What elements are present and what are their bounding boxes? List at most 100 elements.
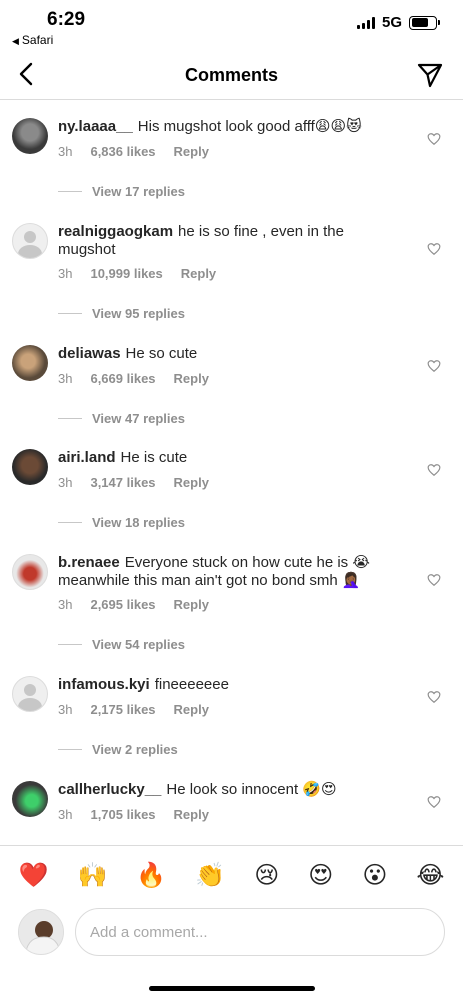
avatar[interactable]	[12, 554, 48, 591]
avatar[interactable]	[12, 780, 48, 817]
comment-meta: 3h 1,705 likes Reply	[58, 807, 209, 822]
comment-likes[interactable]: 1,705 likes	[90, 807, 155, 822]
avatar[interactable]	[12, 222, 48, 259]
emoji-fire-button[interactable]: 🔥	[136, 863, 166, 887]
view-replies-label: View 54 replies	[92, 637, 185, 653]
reply-button[interactable]: Reply	[174, 702, 209, 717]
view-replies-button[interactable]: View 95 replies	[58, 306, 185, 321]
comment-time: 3h	[58, 265, 73, 281]
divider	[58, 749, 82, 751]
view-replies-button[interactable]: View 17 replies	[58, 184, 185, 199]
heart-icon[interactable]	[427, 463, 441, 477]
divider	[58, 644, 82, 646]
reply-button[interactable]: Reply	[174, 597, 209, 612]
divider	[58, 312, 82, 314]
comment-body: fineeeeeee	[154, 676, 229, 694]
battery-icon	[409, 15, 440, 30]
emoji-cry-button[interactable]: 😢	[254, 863, 279, 887]
back-triangle-icon: ◀	[12, 36, 19, 46]
emoji-heart-eyes-button[interactable]: 😍	[308, 863, 333, 887]
heart-icon[interactable]	[427, 242, 441, 256]
page-title: Comments	[184, 65, 278, 85]
comment-username[interactable]: callherlucky__	[58, 781, 161, 798]
heart-icon[interactable]	[427, 795, 441, 809]
comment-text: infamous.kyi fineeeeeee	[58, 676, 398, 694]
comment-item: infamous.kyi fineeeeeee 3h 2,175 likes Re…	[0, 658, 463, 763]
view-replies-label: View 95 replies	[92, 305, 185, 321]
view-replies-button[interactable]: View 2 replies	[58, 742, 178, 757]
comment-text: callherlucky__ He look so innocent 🤣😍	[58, 781, 398, 799]
status-bar: 6:29 ◀ Safari 5G	[0, 0, 463, 50]
emoji-raised-hands-button[interactable]: 🙌	[77, 863, 107, 887]
paper-plane-icon[interactable]	[417, 62, 443, 88]
avatar[interactable]	[12, 676, 48, 713]
clock: 6:29	[47, 9, 86, 30]
emoji-quick-bar: ❤️ 🙌 🔥 👏 😢 😍 😮 😂	[0, 845, 463, 903]
view-replies-button[interactable]: View 47 replies	[58, 411, 185, 426]
reply-button[interactable]: Reply	[174, 144, 209, 159]
reply-button[interactable]: Reply	[174, 371, 209, 386]
comment-likes[interactable]: 2,695 likes	[90, 597, 155, 612]
comment-text: b.renaee Everyone stuck on how cute he is…	[58, 554, 403, 590]
heart-icon[interactable]	[427, 690, 441, 704]
comment-text: airi.land He is cute	[58, 449, 398, 467]
emoji-clap-button[interactable]: 👏	[195, 863, 225, 887]
nav-header: Comments	[0, 50, 463, 100]
comment-username[interactable]: b.renaee	[58, 554, 120, 571]
avatar[interactable]	[12, 449, 48, 486]
emoji-heart-button[interactable]: ❤️	[19, 863, 49, 887]
view-replies-button[interactable]: View 18 replies	[58, 515, 185, 530]
comment-time: 3h	[58, 144, 73, 159]
comment-list: ny.laaaa__ His mugshot look good afff😩😩😻 …	[0, 100, 463, 833]
comment-likes[interactable]: 6,836 likes	[90, 144, 155, 159]
heart-icon[interactable]	[427, 573, 441, 587]
view-replies-label: View 18 replies	[92, 515, 185, 531]
comment-username[interactable]: realniggaogkam	[58, 223, 173, 240]
comment-input[interactable]	[75, 908, 445, 956]
comment-item: deliawas He so cute 3h 6,669 likes Reply …	[0, 327, 463, 432]
comment-likes[interactable]: 6,669 likes	[90, 371, 155, 386]
comment-likes[interactable]: 10,999 likes	[90, 266, 162, 281]
reply-button[interactable]: Reply	[174, 807, 209, 822]
comment-meta: 3h 10,999 likes Reply	[58, 266, 216, 281]
comment-time: 3h	[58, 702, 73, 718]
back-to-app-link[interactable]: ◀ Safari	[12, 33, 53, 47]
comment-item: b.renaee Everyone stuck on how cute he is…	[0, 536, 463, 658]
comment-username[interactable]: ny.laaaa__	[58, 118, 133, 135]
home-indicator[interactable]	[149, 986, 315, 991]
comment-username[interactable]: infamous.kyi	[58, 676, 150, 693]
comment-likes[interactable]: 3,147 likes	[90, 475, 155, 490]
view-replies-button[interactable]: View 54 replies	[58, 637, 185, 652]
network-type: 5G	[381, 14, 402, 31]
avatar[interactable]	[12, 118, 48, 154]
divider	[58, 522, 82, 524]
heart-icon[interactable]	[427, 132, 441, 146]
heart-icon[interactable]	[427, 359, 441, 373]
comment-time: 3h	[58, 597, 73, 613]
comment-username[interactable]: deliawas	[58, 345, 121, 362]
comment-text: realniggaogkam he is so fine , even in th…	[58, 223, 368, 259]
user-photo-icon	[19, 910, 63, 954]
emoji-laugh-button[interactable]: 😂	[416, 863, 444, 887]
reply-button[interactable]: Reply	[181, 266, 216, 281]
view-replies-label: View 17 replies	[92, 184, 185, 199]
comment-time: 3h	[58, 475, 73, 491]
comment-body: He look so innocent 🤣😍	[166, 780, 337, 798]
reply-button[interactable]: Reply	[174, 475, 209, 490]
comment-body: He so cute	[125, 344, 198, 362]
comment-meta: 3h 6,669 likes Reply	[58, 371, 209, 386]
avatar	[18, 909, 64, 955]
view-replies-label: View 2 replies	[92, 742, 178, 758]
avatar[interactable]	[12, 344, 48, 381]
divider	[58, 191, 82, 192]
comment-meta: 3h 3,147 likes Reply	[58, 475, 209, 490]
comment-body: His mugshot look good afff😩😩😻	[137, 118, 362, 135]
comment-likes[interactable]: 2,175 likes	[90, 702, 155, 717]
comment-item: callherlucky__ He look so innocent 🤣😍 3h …	[0, 763, 463, 833]
comment-username[interactable]: airi.land	[58, 449, 116, 466]
comment-item: realniggaogkam he is so fine , even in th…	[0, 205, 463, 327]
emoji-surprised-button[interactable]: 😮	[362, 863, 387, 887]
comment-text: deliawas He so cute	[58, 345, 398, 363]
divider	[58, 417, 82, 419]
view-replies-label: View 47 replies	[92, 410, 185, 426]
